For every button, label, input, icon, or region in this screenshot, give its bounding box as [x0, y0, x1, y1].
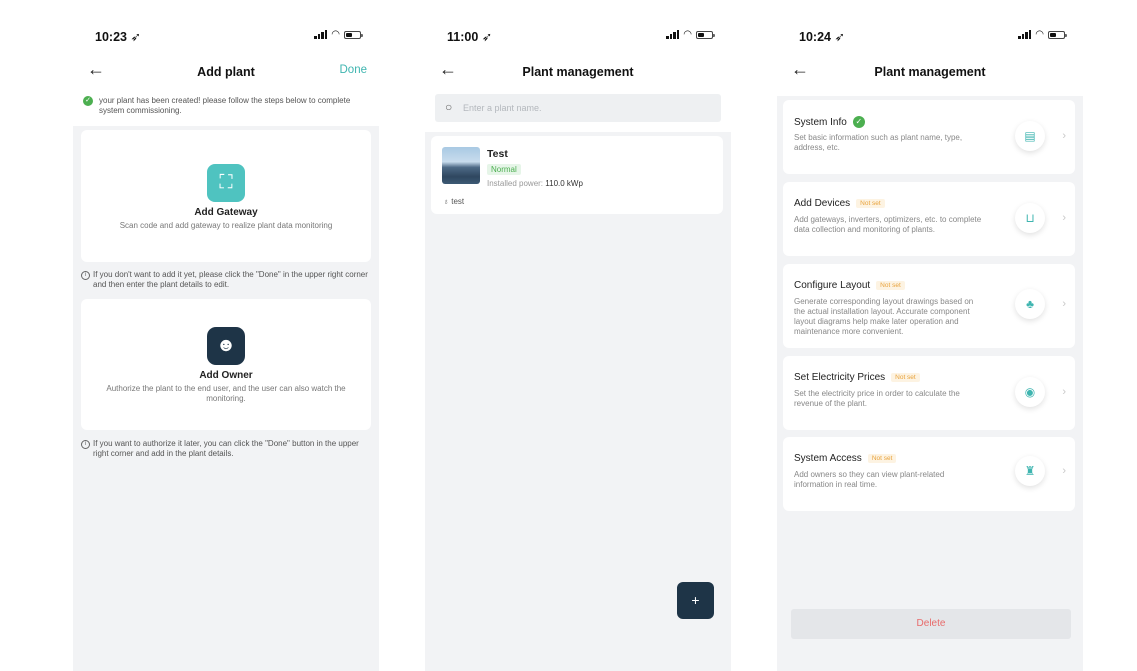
system-info-desc: Set basic information such as plant name… [794, 133, 963, 152]
add-gateway-card[interactable]: ⛶ Add Gateway Scan code and add gateway … [81, 130, 371, 262]
chevron-right-icon: › [1062, 465, 1066, 477]
notice-text: your plant has been created! please foll… [99, 96, 351, 115]
wifi-icon: ◠ [331, 29, 340, 40]
scan-icon: ⛶ [207, 164, 245, 202]
hint-owner: i If you want to authorize it later, you… [81, 439, 373, 459]
hint-text: If you want to authorize it later, you c… [93, 439, 359, 458]
add-owner-desc: Authorize the plant to the end user, and… [106, 384, 346, 403]
add-devices-desc: Add gateways, inverters, optimizers, etc… [794, 215, 982, 234]
add-devices-card[interactable]: Add Devices Not set Add gateways, inverte… [783, 182, 1075, 256]
signal-icon [314, 30, 328, 39]
electricity-prices-title: Set Electricity Prices [794, 372, 886, 383]
owner-icon: ☻ [207, 327, 245, 365]
delete-button[interactable]: Delete [791, 609, 1071, 639]
not-set-badge: Not set [856, 199, 885, 208]
add-plant-screen: 10:23 ➶ ◠ ← Add plant Done ✓ your plant … [73, 12, 379, 671]
plant-owner: ♁ test [443, 197, 465, 206]
info-icon: i [81, 440, 90, 449]
chevron-right-icon: › [1062, 212, 1066, 224]
nav-bar: ← Add plant Done [73, 52, 379, 92]
document-icon: ▤ [1015, 121, 1045, 151]
plant-settings-screen: 10:24 ➶ ◠ ← Plant management System Info… [777, 12, 1083, 671]
status-badge: Normal [487, 164, 521, 175]
device-icon: ⊔ [1015, 203, 1045, 233]
search-input[interactable] [463, 100, 693, 116]
search-bar: ○ [435, 94, 721, 122]
success-notice: ✓ your plant has been created! please fo… [73, 92, 379, 126]
not-set-badge: Not set [867, 454, 897, 463]
nav-bar: ← Plant management [425, 52, 731, 92]
electricity-prices-desc: Set the electricity price in order to ca… [794, 389, 960, 408]
check-icon: ✓ [852, 116, 865, 128]
status-bar: 10:23 ➶ ◠ [73, 12, 379, 52]
plant-name: Test [487, 148, 508, 160]
layout-tree-icon: ♣ [1015, 289, 1045, 319]
price-icon: ◉ [1015, 377, 1045, 407]
status-time: 10:23 ➶ [95, 30, 141, 44]
done-button[interactable]: Done [340, 64, 368, 76]
not-set-badge: Not set [876, 281, 905, 290]
configure-layout-card[interactable]: Configure Layout Not set Generate corresp… [783, 264, 1075, 348]
chevron-right-icon: › [1062, 130, 1066, 142]
hint-gateway: i If you don't want to add it yet, pleas… [81, 270, 373, 290]
nav-bar: ← Plant management [777, 52, 1083, 92]
hint-text: If you don't want to add it yet, please … [93, 270, 368, 289]
system-access-title: System Access [794, 453, 862, 464]
not-set-badge: Not set [891, 373, 920, 382]
signal-icon [666, 30, 680, 39]
status-bar: 10:24 ➶ ◠ [777, 12, 1083, 52]
add-owner-card[interactable]: ☻ Add Owner Authorize the plant to the e… [81, 299, 371, 430]
chevron-right-icon: › [1062, 386, 1066, 398]
configure-layout-desc: Generate corresponding layout drawings b… [794, 297, 974, 336]
add-plant-button[interactable]: + [677, 582, 714, 619]
signal-icon [1018, 30, 1032, 39]
info-icon: i [81, 271, 90, 280]
plant-list-screen: 11:00 ➶ ◠ ← Plant management ○ Test Norm… [425, 12, 731, 671]
battery-icon [696, 30, 715, 39]
status-bar: 11:00 ➶ ◠ [425, 12, 731, 52]
status-time: 10:24 ➶ [799, 30, 845, 44]
system-access-desc: Add owners so they can view plant-relate… [794, 470, 945, 489]
system-access-card[interactable]: System Access Not set Add owners so they … [783, 437, 1075, 511]
status-time: 11:00 ➶ [447, 30, 493, 44]
system-info-card[interactable]: System Info ✓ Set basic information such … [783, 100, 1075, 174]
plant-thumbnail [442, 147, 480, 184]
battery-icon [344, 30, 363, 39]
add-devices-title: Add Devices [794, 198, 851, 209]
wifi-icon: ◠ [1035, 29, 1044, 40]
battery-icon [1048, 30, 1067, 39]
access-icon: ♜ [1015, 456, 1045, 486]
add-gateway-title: Add Gateway [194, 207, 258, 218]
plant-card[interactable]: Test Normal Installed power: 110.0 kWp ♁… [431, 136, 723, 214]
installed-power-value: 110.0 kWp [545, 179, 583, 188]
check-icon: ✓ [83, 96, 93, 106]
page-title: Plant management [522, 65, 634, 79]
system-info-title: System Info [794, 116, 847, 128]
search-icon: ○ [445, 100, 453, 114]
chevron-right-icon: › [1062, 298, 1066, 310]
page-title: Add plant [197, 65, 255, 79]
installed-power: Installed power: 110.0 kWp [487, 179, 583, 188]
add-owner-title: Add Owner [199, 370, 253, 381]
configure-layout-title: Configure Layout [794, 280, 871, 291]
wifi-icon: ◠ [683, 29, 692, 40]
user-icon: ♁ [443, 197, 449, 206]
page-title: Plant management [874, 65, 986, 79]
electricity-prices-card[interactable]: Set Electricity Prices Not set Set the el… [783, 356, 1075, 430]
add-gateway-desc: Scan code and add gateway to realize pla… [119, 221, 333, 230]
